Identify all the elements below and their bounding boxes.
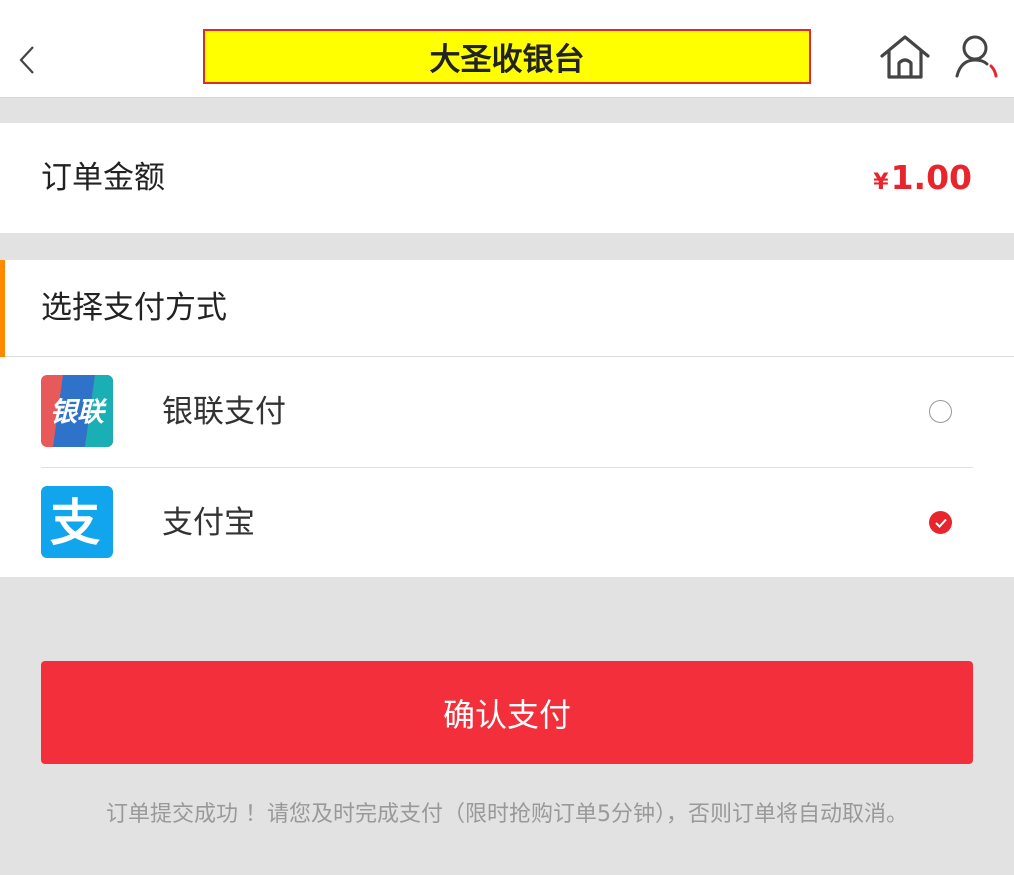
checkmark-icon: [934, 518, 947, 528]
order-amount-row: 订单金额 ¥1.00: [0, 123, 1014, 233]
alipay-icon-text: 支: [50, 494, 100, 552]
home-icon: [880, 35, 930, 79]
order-notice-text: 订单提交成功 ！请您及时完成支付（限时抢购订单5分钟），否则订单将自动取消。: [106, 802, 908, 827]
back-button[interactable]: [10, 38, 44, 82]
page-title-text: 大圣收银台: [429, 42, 585, 78]
payment-section-header: 选择支付方式: [0, 260, 1014, 357]
payment-option-label: 支付宝: [162, 505, 255, 541]
user-center-button[interactable]: [952, 32, 1002, 82]
alipay-icon: 支: [41, 486, 113, 558]
section-accent-bar: [0, 260, 5, 357]
radio-selected[interactable]: [929, 511, 952, 534]
confirm-payment-button[interactable]: 确认支付: [41, 661, 973, 764]
chevron-left-icon: [19, 46, 34, 74]
unionpay-icon: 银联: [41, 375, 113, 447]
payment-option-label: 银联支付: [162, 394, 286, 430]
user-icon: [955, 35, 998, 78]
order-amount-value: ¥1.00: [873, 123, 972, 233]
unionpay-icon-text: 银联: [50, 397, 108, 428]
currency-symbol: ¥: [873, 170, 889, 195]
payment-option-unionpay[interactable]: 银联 银联支付: [0, 357, 1014, 467]
order-amount-number: 1.00: [890, 158, 972, 197]
payment-method-section: 选择支付方式 银联 银联支付 支 支付宝: [0, 260, 1014, 577]
page-title: 大圣收银台: [203, 29, 811, 84]
payment-option-alipay[interactable]: 支 支付宝: [0, 468, 1014, 578]
top-nav-bar: 大圣收银台: [0, 0, 1014, 98]
order-amount-label: 订单金额: [41, 160, 165, 196]
radio-unselected[interactable]: [929, 400, 952, 423]
home-button[interactable]: [877, 32, 933, 82]
payment-section-title: 选择支付方式: [41, 290, 227, 326]
